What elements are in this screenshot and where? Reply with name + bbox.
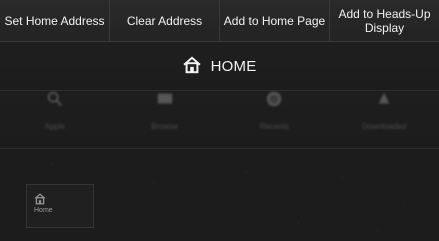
menu-item-browse[interactable]: Browse: [120, 88, 210, 142]
page-title: HOME: [210, 57, 257, 75]
menu-row: Apple Browse Recents Downloaded: [0, 88, 439, 142]
clock-icon: [267, 91, 282, 107]
add-to-heads-up-display-button[interactable]: Add to Heads-Up Display: [330, 0, 439, 41]
set-home-address-button[interactable]: Set Home Address: [0, 0, 110, 41]
tile-label: Home: [34, 207, 53, 214]
divider: [0, 148, 439, 149]
add-to-home-page-button[interactable]: Add to Home Page: [220, 0, 330, 41]
menu-label: Downloaded: [361, 122, 407, 131]
action-bar: Set Home Address Clear Address Add to Ho…: [0, 0, 439, 42]
home-icon: [182, 56, 201, 74]
menu-label: Browse: [151, 122, 178, 131]
menu-label: Recents: [259, 122, 290, 131]
flag-icon: [378, 92, 390, 104]
menu-item-apple[interactable]: Apple: [10, 88, 100, 142]
home-icon: [34, 193, 46, 205]
clear-address-button[interactable]: Clear Address: [110, 0, 220, 41]
search-icon: [47, 91, 62, 107]
menu-label: Apple: [44, 122, 66, 131]
page-header: HOME: [0, 42, 439, 90]
message-icon: [157, 93, 172, 104]
home-tile[interactable]: Home: [26, 184, 94, 228]
menu-item-recents[interactable]: Recents: [229, 88, 319, 142]
menu-item-downloaded[interactable]: Downloaded: [339, 88, 429, 142]
app-screen: Set Home Address Clear Address Add to Ho…: [0, 0, 439, 241]
